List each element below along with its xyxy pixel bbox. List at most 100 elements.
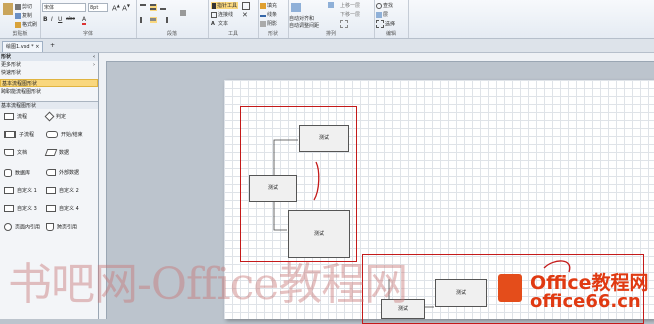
brush-icon bbox=[15, 21, 21, 28]
shape-subprocess[interactable]: 子流程 bbox=[4, 131, 34, 138]
custom-3-icon bbox=[4, 205, 14, 212]
connector-line[interactable] bbox=[273, 139, 298, 175]
send-backward-button[interactable]: 下移一层 bbox=[340, 11, 360, 18]
shadow-icon bbox=[260, 20, 266, 27]
external-data-icon bbox=[46, 169, 56, 176]
cut-button[interactable]: 剪切 bbox=[15, 3, 32, 10]
cross-functional-item[interactable]: 跨职能流程图形状 bbox=[0, 88, 98, 96]
align-left-button[interactable] bbox=[140, 17, 149, 24]
data-icon bbox=[44, 149, 58, 156]
align-bottom-button[interactable] bbox=[160, 4, 167, 11]
font-color-button[interactable]: A bbox=[82, 16, 87, 25]
quick-shapes-item[interactable]: 快速形状 bbox=[0, 69, 98, 77]
italic-button[interactable]: I bbox=[51, 16, 53, 23]
layers-button[interactable]: 层 bbox=[376, 11, 388, 18]
position-button[interactable] bbox=[328, 2, 335, 9]
shape-database[interactable]: 数据库 bbox=[4, 169, 30, 177]
watermark-text: 书吧网-Office教程网 bbox=[8, 259, 408, 310]
fill-button[interactable]: 填充 bbox=[260, 2, 277, 9]
shape-on-page-reference[interactable]: 页面内引用 bbox=[4, 223, 40, 231]
shadow-button[interactable]: 阴影 bbox=[260, 20, 277, 27]
group-icon bbox=[340, 20, 348, 28]
pointer-tool-button[interactable]: 指针工具 bbox=[211, 2, 239, 9]
horizontal-ruler bbox=[99, 53, 654, 62]
fill-icon bbox=[260, 2, 266, 9]
rectangle-icon bbox=[242, 2, 250, 10]
editing-label: 编辑 bbox=[385, 31, 396, 37]
font-group: 宋体 8pt A▲ A▼ B I U abc A 字体 bbox=[40, 0, 137, 38]
shape-custom-4[interactable]: 自定义 4 bbox=[46, 205, 79, 212]
auto-align-icon bbox=[291, 3, 301, 12]
bold-button[interactable]: B bbox=[43, 16, 48, 23]
document-icon bbox=[4, 149, 14, 156]
text-tool-button[interactable]: A 文本 bbox=[211, 20, 228, 28]
clipboard-group: 剪切 复制 格式刷 剪贴板 bbox=[0, 0, 41, 38]
shape-process[interactable]: 流程 bbox=[4, 113, 27, 120]
shape-custom-2[interactable]: 自定义 2 bbox=[46, 187, 79, 194]
on-page-reference-icon bbox=[4, 223, 12, 231]
basic-flowchart-item[interactable]: 基本流程图形状 bbox=[0, 79, 98, 87]
list-icon bbox=[180, 10, 186, 16]
bullets-button[interactable] bbox=[180, 10, 187, 17]
shape-document[interactable]: 文档 bbox=[4, 149, 27, 156]
paste-button[interactable] bbox=[3, 3, 14, 15]
shape-decision[interactable]: 判定 bbox=[44, 111, 66, 122]
format-painter-button[interactable]: 格式刷 bbox=[15, 21, 37, 28]
group-button[interactable] bbox=[340, 20, 349, 28]
align-right-button[interactable] bbox=[160, 17, 169, 24]
more-shapes-item[interactable]: 更多形状 › bbox=[0, 61, 98, 69]
shape-off-page-reference[interactable]: 跨页引用 bbox=[46, 223, 77, 231]
find-button[interactable]: 查找 bbox=[376, 2, 393, 9]
auto-align-button[interactable] bbox=[291, 3, 302, 12]
stencil-title: 基本流程图形状 bbox=[0, 101, 98, 109]
auto-space-label: 自动调整间距 bbox=[289, 23, 320, 29]
arrange-label: 排列 bbox=[325, 31, 336, 37]
grow-font-button[interactable]: A▲ A▼ bbox=[112, 3, 130, 12]
subprocess-icon bbox=[4, 131, 16, 138]
off-page-reference-icon bbox=[46, 223, 54, 231]
align-top-icon bbox=[140, 4, 146, 10]
custom-4-icon bbox=[46, 205, 56, 212]
shapes-panel-title: 形状 ‹ bbox=[0, 53, 98, 61]
arrange-group: 自动对齐和 自动调整间距 上移一层 下移一层 排列 bbox=[288, 0, 375, 38]
underline-button[interactable]: U bbox=[58, 16, 62, 23]
line-button[interactable]: 线条 bbox=[260, 11, 277, 18]
collapse-icon[interactable]: ‹ bbox=[93, 53, 95, 61]
select-icon bbox=[376, 20, 384, 28]
scissors-icon bbox=[15, 3, 21, 10]
connector-line[interactable] bbox=[273, 202, 287, 231]
document-tab-bar bbox=[0, 39, 654, 53]
select-button[interactable]: 选择 bbox=[376, 20, 395, 28]
connector-button[interactable]: 连接线 bbox=[211, 11, 233, 18]
align-middle-button[interactable] bbox=[150, 4, 157, 11]
align-center-button[interactable] bbox=[150, 17, 157, 23]
shape-label: 形状 bbox=[267, 31, 278, 37]
shape-external-data[interactable]: 外部数据 bbox=[46, 169, 79, 176]
shape-custom-1[interactable]: 自定义 1 bbox=[4, 187, 37, 194]
database-icon bbox=[4, 169, 12, 177]
shape-custom-3[interactable]: 自定义 3 bbox=[4, 205, 37, 212]
bring-forward-button[interactable]: 上移一层 bbox=[340, 2, 360, 9]
strikethrough-button[interactable]: abc bbox=[66, 16, 75, 22]
terminator-icon bbox=[46, 131, 58, 138]
shape-start-end[interactable]: 开始/结束 bbox=[46, 131, 83, 138]
close-tool-button[interactable]: ✕ bbox=[242, 11, 248, 19]
chevron-right-icon: › bbox=[93, 62, 95, 68]
align-middle-icon bbox=[150, 4, 156, 10]
close-icon[interactable]: × bbox=[35, 44, 39, 50]
font-size-select[interactable]: 8pt bbox=[88, 3, 108, 12]
office-logo-icon bbox=[498, 274, 522, 302]
layers-icon bbox=[376, 11, 382, 18]
paragraph-group: 段落 bbox=[136, 0, 209, 38]
pointer-icon bbox=[212, 2, 216, 9]
new-tab-icon[interactable]: + bbox=[50, 42, 58, 50]
copy-icon bbox=[15, 12, 21, 19]
shape-data[interactable]: 数据 bbox=[44, 149, 69, 156]
align-right-icon bbox=[160, 17, 168, 23]
align-bottom-icon bbox=[160, 4, 166, 10]
align-top-button[interactable] bbox=[140, 4, 147, 11]
rectangle-tool-button[interactable] bbox=[242, 2, 251, 10]
font-name-select[interactable]: 宋体 bbox=[42, 3, 86, 12]
copy-button[interactable]: 复制 bbox=[15, 12, 32, 19]
document-tab[interactable]: 绘图1.vsd * × bbox=[2, 41, 44, 52]
